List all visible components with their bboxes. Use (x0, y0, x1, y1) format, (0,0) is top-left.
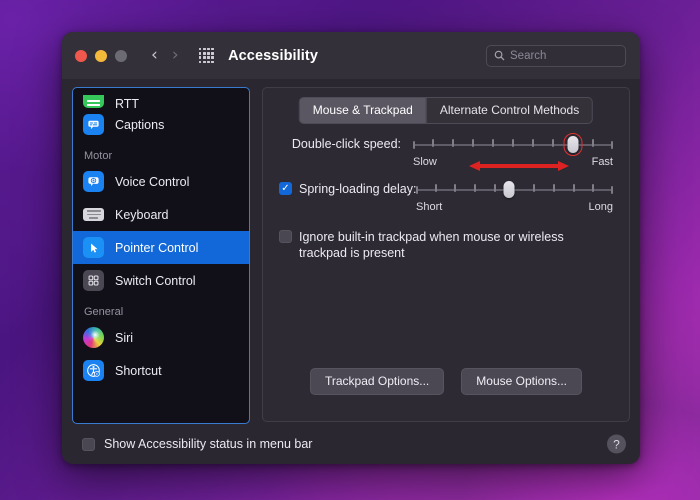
forward-chevron-icon[interactable]: › (172, 47, 179, 64)
rtt-icon (83, 95, 104, 108)
spring-loading-delay-thumb[interactable] (503, 181, 514, 198)
slider-tick (432, 139, 434, 147)
keyboard-icon (83, 208, 104, 221)
accessibility-preferences-window: ‹ › Accessibility (62, 32, 640, 464)
window-titlebar: ‹ › Accessibility (62, 32, 640, 79)
shortcut-icon (83, 360, 104, 381)
navigation-arrows: ‹ › (151, 47, 179, 64)
checkmark-icon: ✓ (281, 184, 289, 194)
slider-tick (452, 139, 454, 147)
spring-loading-delay-row: ✓ Spring-loading delay: (279, 181, 613, 213)
sidebar-item-label: RTT (115, 97, 139, 111)
slider-endcap-right (611, 186, 613, 194)
slider-tick (592, 184, 594, 192)
show-accessibility-status-label: Show Accessibility status in menu bar (104, 437, 312, 451)
slider-endcap-left (416, 186, 418, 194)
sidebar-item-label: Shortcut (115, 364, 162, 378)
sidebar-item-label: Voice Control (115, 175, 189, 189)
page-title: Accessibility (228, 48, 318, 64)
back-chevron-icon[interactable]: ‹ (151, 47, 158, 64)
siri-icon (83, 327, 104, 348)
search-field[interactable] (486, 45, 626, 67)
slider-tick (532, 139, 534, 147)
sidebar-item-siri[interactable]: Siri (73, 321, 249, 354)
annotation-highlight-ring (564, 133, 583, 156)
sidebar-item-rtt[interactable]: RTT (73, 88, 249, 108)
sidebar-scroll-area[interactable]: RTT Captions (73, 88, 249, 423)
spring-loading-delay-slider[interactable] (416, 181, 613, 198)
tab-alternate-control-methods[interactable]: Alternate Control Methods (426, 98, 592, 123)
slider-tick (552, 139, 554, 147)
slider-tick (573, 184, 575, 192)
options-button-row: Trackpad Options... Mouse Options... (263, 368, 629, 395)
spring-loading-delay-label: Spring-loading delay: (299, 181, 404, 196)
slider-tick (533, 184, 535, 192)
settings-rows: Double-click speed: (263, 136, 629, 261)
sidebar-item-label: Siri (115, 331, 133, 345)
slider-tick (454, 184, 456, 192)
spring-loading-delay-checkbox[interactable]: ✓ (279, 182, 292, 195)
sidebar-item-label: Pointer Control (115, 241, 198, 255)
tab-bar: Mouse & Trackpad Alternate Control Metho… (299, 97, 593, 124)
pointer-control-icon (83, 237, 104, 258)
sidebar-item-switch-control[interactable]: Switch Control (73, 264, 249, 297)
captions-icon (83, 114, 104, 135)
tab-mouse-trackpad[interactable]: Mouse & Trackpad (300, 98, 426, 123)
trackpad-options-button[interactable]: Trackpad Options... (310, 368, 444, 395)
close-button[interactable] (75, 50, 87, 62)
traffic-light-group (75, 50, 127, 62)
sidebar-group-general: General (73, 297, 249, 321)
ignore-trackpad-row: Ignore built-in trackpad when mouse or w… (279, 229, 613, 261)
slider-min-label: Slow (413, 156, 437, 168)
slider-max-label: Long (589, 201, 613, 213)
slider-tick (592, 139, 594, 147)
slider-min-label: Short (416, 201, 442, 213)
red-double-arrow-annotation (469, 160, 569, 172)
double-click-speed-slider[interactable] (413, 136, 613, 153)
slider-max-label: Fast (592, 156, 613, 168)
sidebar-item-voice-control[interactable]: Voice Control (73, 165, 249, 198)
voice-control-icon (83, 171, 104, 192)
mouse-options-button[interactable]: Mouse Options... (461, 368, 582, 395)
zoom-button[interactable] (115, 50, 127, 62)
slider-endcap-left (413, 141, 415, 149)
double-click-speed-label: Double-click speed: (279, 136, 401, 151)
slider-track (416, 189, 613, 191)
slider-tick (512, 139, 514, 147)
sidebar-item-label: Captions (115, 118, 164, 132)
sidebar-item-label: Switch Control (115, 274, 196, 288)
help-button[interactable]: ? (607, 435, 626, 454)
slider-tick (494, 184, 496, 192)
ignore-trackpad-label: Ignore built-in trackpad when mouse or w… (299, 229, 567, 261)
window-body: RTT Captions (62, 79, 640, 424)
double-click-speed-row: Double-click speed: (279, 136, 613, 168)
slider-endcap-right (611, 141, 613, 149)
slider-tick (553, 184, 555, 192)
search-input[interactable] (510, 50, 618, 62)
window-footer: Show Accessibility status in menu bar ? (62, 424, 640, 464)
search-icon (494, 50, 505, 61)
slider-tick (492, 139, 494, 147)
sidebar-item-pointer-control[interactable]: Pointer Control (73, 231, 249, 264)
sidebar-item-shortcut[interactable]: Shortcut (73, 354, 249, 387)
show-all-grid-icon[interactable] (199, 48, 214, 63)
show-accessibility-status-checkbox[interactable] (82, 438, 95, 451)
spring-loading-delay-endlabels: Short Long (416, 201, 613, 213)
sidebar-group-motor: Motor (73, 141, 249, 165)
slider-tick (472, 139, 474, 147)
double-click-speed-endlabels: Slow Fast (413, 156, 613, 168)
switch-control-icon (83, 270, 104, 291)
sidebar-item-label: Keyboard (115, 208, 169, 222)
sidebar-item-captions[interactable]: Captions (73, 108, 249, 141)
sidebar-item-keyboard[interactable]: Keyboard (73, 198, 249, 231)
slider-tick (474, 184, 476, 192)
slider-tick (435, 184, 437, 192)
pointer-control-pane: Mouse & Trackpad Alternate Control Metho… (262, 87, 630, 422)
ignore-trackpad-checkbox[interactable] (279, 230, 292, 243)
settings-sidebar[interactable]: RTT Captions (72, 87, 250, 424)
minimize-button[interactable] (95, 50, 107, 62)
